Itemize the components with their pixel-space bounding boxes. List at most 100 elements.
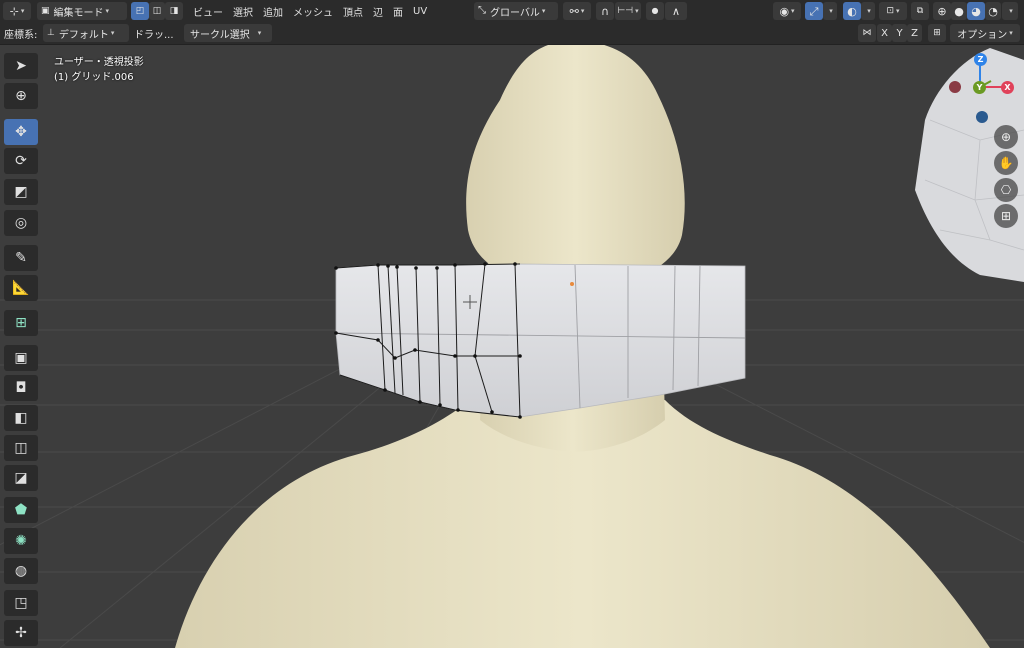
tool-loop-cut[interactable]: ◫ (4, 435, 38, 461)
select-mode-label: サークル選択 (190, 29, 250, 41)
overlays-dropdown[interactable]: ▾ (861, 2, 875, 20)
mirror-x-label: X (881, 27, 888, 39)
tool-extrude[interactable]: ▣ (4, 345, 38, 371)
grid-perspective-icon: ⊞ (1000, 209, 1012, 223)
add-cube-icon: ⊞ (15, 315, 27, 331)
tool-bevel[interactable]: ◧ (4, 405, 38, 431)
shading-rendered[interactable]: ◔ (985, 2, 1001, 20)
viewport-scene (0, 45, 1024, 648)
scale-icon: ◩ (14, 184, 28, 200)
auto-merge-icon: ⊞ (933, 27, 941, 38)
chevron-down-icon: ▾ (829, 7, 833, 15)
extrude-icon: ▣ (14, 350, 28, 366)
falloff-button[interactable]: ∧ (665, 2, 687, 20)
gizmo-dropdown[interactable]: ▾ (823, 2, 837, 20)
menu-mesh[interactable]: メッシュ (288, 2, 338, 20)
gizmo-toggle[interactable]: ⤢ (805, 2, 823, 20)
tool-transform[interactable]: ◎ (4, 210, 38, 236)
overlays-icon: ◐ (847, 4, 857, 18)
object-name: (1) グリッド.006 (54, 72, 134, 83)
mesh-overlays-button[interactable]: ⊡ ▾ (879, 2, 907, 20)
face-select-icon: ◨ (169, 5, 179, 16)
mirror-z-button[interactable]: Z (907, 24, 922, 42)
menu-uv[interactable]: UV (408, 2, 432, 20)
xray-icon: ⧉ (916, 5, 924, 16)
tool-spin[interactable]: ✺ (4, 528, 38, 554)
proportional-edit-toggle[interactable]: ● (646, 2, 664, 20)
menu-view[interactable]: ビュー (188, 2, 228, 20)
chevron-down-icon: ▾ (867, 7, 871, 15)
head-mesh (466, 45, 685, 288)
mirror-z-label: Z (911, 27, 918, 39)
menu-vertex[interactable]: 頂点 (338, 2, 368, 20)
mirror-button[interactable]: ⋈ (858, 24, 876, 42)
tool-measure[interactable]: 📐 (4, 275, 38, 301)
mirror-y-label: Y (896, 27, 903, 39)
editor-type-button[interactable]: ⊹ ▾ (3, 2, 31, 20)
3d-viewport[interactable]: ユーザー・透視投影 (1) グリッド.006 ➤ ⊕ ✥ ⟳ ◩ ◎ ✎ 📐 ⊞… (0, 45, 1024, 648)
object-origin (570, 282, 574, 286)
select-cursor-icon: ➤ (15, 58, 27, 74)
mesh-overlays-icon: ⊡ (886, 5, 895, 16)
view-name: ユーザー・透視投影 (54, 57, 144, 68)
menu-face[interactable]: 面 (388, 2, 408, 20)
zoom-button[interactable]: ⊕ (994, 125, 1018, 149)
coord-icon: ⊥ (47, 27, 55, 38)
tool-add-cube[interactable]: ⊞ (4, 310, 38, 336)
camera-icon: ⎔ (1000, 183, 1012, 197)
tool-smooth[interactable]: ◍ (4, 558, 38, 584)
tool-knife[interactable]: ◪ (4, 465, 38, 491)
tool-annotate[interactable]: ✎ (4, 245, 38, 271)
shading-dropdown[interactable]: ▾ (1002, 2, 1018, 20)
transform-orientation-select[interactable]: ⤡ グローバル ▾ (474, 2, 558, 20)
coord-select[interactable]: ⊥ デフォルト ▾ (43, 24, 129, 42)
measure-icon: 📐 (12, 280, 30, 296)
options-button[interactable]: オプション ▾ (950, 24, 1020, 42)
tool-scale[interactable]: ◩ (4, 179, 38, 205)
overlays-toggle[interactable]: ◐ (843, 2, 861, 20)
face-select-button[interactable]: ◨ (165, 2, 183, 20)
camera-view-button[interactable]: ⎔ (994, 178, 1018, 202)
auto-merge-button[interactable]: ⊞ (928, 24, 946, 42)
shading-material[interactable]: ◕ (967, 2, 985, 20)
tool-inset[interactable]: ◘ (4, 375, 38, 401)
gizmo-axis-y[interactable]: Y (973, 81, 986, 94)
snap-target-button[interactable]: ⊢⊣ ▾ (615, 2, 641, 20)
pan-button[interactable]: ✋ (994, 151, 1018, 175)
tool-select[interactable]: ➤ (4, 53, 38, 79)
menu-add[interactable]: 追加 (258, 2, 288, 20)
butterfly-icon: ⋈ (862, 27, 872, 38)
tool-edge-slide[interactable]: ◳ (4, 590, 38, 616)
tool-cursor[interactable]: ⊕ (4, 83, 38, 109)
snap-toggle[interactable]: ∩ (596, 2, 614, 20)
menu-select[interactable]: 選択 (228, 2, 258, 20)
edge-slide-icon: ◳ (14, 595, 28, 611)
solid-sphere-icon: ● (954, 4, 964, 18)
tool-poly-build[interactable]: ⬟ (4, 497, 38, 523)
visibility-button[interactable]: ◉ ▾ (773, 2, 801, 20)
rendered-sphere-icon: ◔ (988, 4, 998, 18)
mode-select[interactable]: ▣ 編集モード ▾ (37, 2, 127, 20)
gizmo-axis-x[interactable]: X (1001, 81, 1014, 94)
edit-mode-icon: ▣ (41, 5, 50, 16)
orientation-icon: ⤡ (478, 5, 486, 16)
gizmo-axis-z[interactable]: Z (974, 53, 987, 66)
pivot-button[interactable]: ⚯ ▾ (563, 2, 591, 20)
vertex-select-button[interactable]: ◰ (131, 2, 149, 20)
gizmo-icon: ⤢ (809, 4, 819, 18)
mirror-x-button[interactable]: X (877, 24, 892, 42)
select-mode-select[interactable]: サークル選択 ▾ (184, 24, 272, 42)
tool-shrink[interactable]: ✢ (4, 620, 38, 646)
edge-select-button[interactable]: ◫ (149, 2, 165, 20)
tool-rotate[interactable]: ⟳ (4, 148, 38, 174)
wireframe-sphere-icon: ⊕ (937, 4, 947, 18)
shading-wireframe[interactable]: ⊕ (933, 2, 951, 20)
tool-move[interactable]: ✥ (4, 119, 38, 145)
xray-toggle[interactable]: ⧉ (911, 2, 929, 20)
mirror-y-button[interactable]: Y (892, 24, 907, 42)
editor-type-icon: ⊹ (9, 4, 19, 18)
shading-solid[interactable]: ● (951, 2, 967, 20)
menu-edge[interactable]: 辺 (368, 2, 388, 20)
magnet-icon: ∩ (600, 4, 610, 18)
projection-toggle-button[interactable]: ⊞ (994, 204, 1018, 228)
